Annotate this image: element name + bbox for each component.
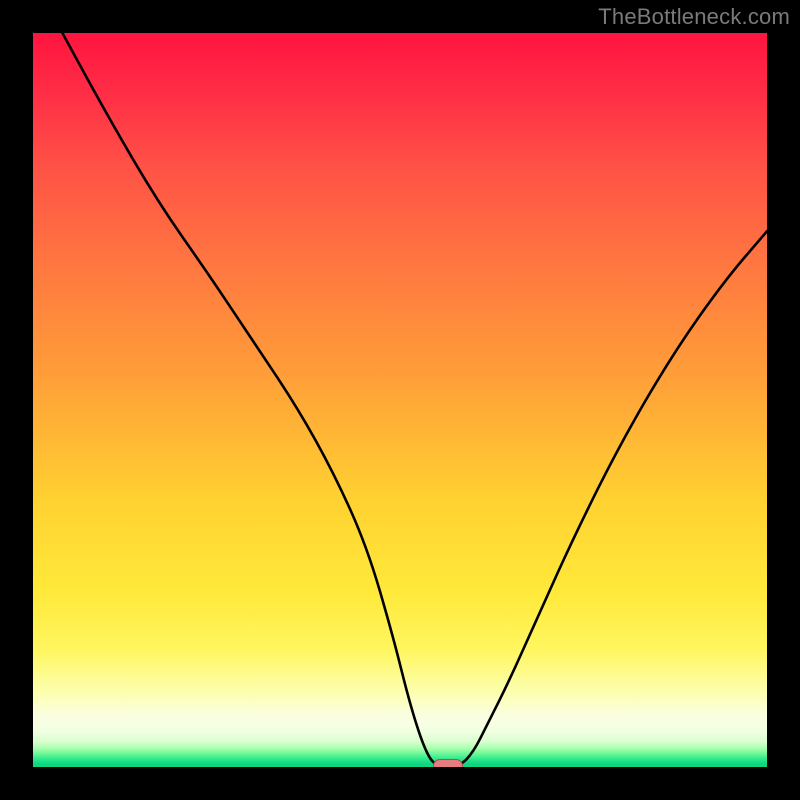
watermark-text: TheBottleneck.com [598, 4, 790, 30]
chart-container: TheBottleneck.com [0, 0, 800, 800]
curve-path [62, 33, 767, 767]
plot-area [33, 33, 767, 767]
optimal-marker [433, 759, 463, 767]
bottleneck-curve [33, 33, 767, 767]
